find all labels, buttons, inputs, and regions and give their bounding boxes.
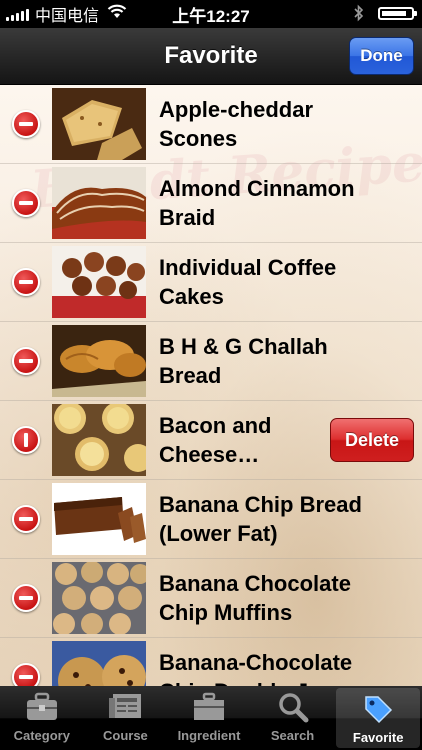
- delete-button[interactable]: Delete: [330, 418, 414, 462]
- done-button[interactable]: Done: [349, 37, 414, 75]
- recipe-title: Almond Cinnamon Braid: [159, 176, 355, 230]
- list-item[interactable]: B H & G Challah Bread: [0, 322, 422, 401]
- list-item[interactable]: Banana Chip Bread (Lower Fat): [0, 480, 422, 559]
- recipe-thumbnail: [52, 404, 146, 476]
- delete-toggle-icon[interactable]: [12, 505, 40, 533]
- tab-course[interactable]: Course: [84, 686, 168, 750]
- recipe-title: B H & G Challah Bread: [159, 334, 328, 388]
- recipe-title: Individual Coffee Cakes: [159, 255, 337, 309]
- recipe-thumbnail: [52, 483, 146, 555]
- magnifier-icon: [277, 686, 309, 728]
- status-bar: 中国电信 上午12:27: [0, 0, 422, 28]
- tab-favorite[interactable]: Favorite: [336, 688, 420, 748]
- recipe-title: Banana-Chocolate Chip Double-Ja…: [159, 650, 353, 686]
- recipe-title: Banana Chocolate Chip Muffins: [159, 571, 351, 625]
- tab-bar: Category Course Ingredient Search Favori…: [0, 686, 422, 750]
- recipe-title: Apple-cheddar Scones: [159, 97, 314, 151]
- app-screen: 中国电信 上午12:27 Favorite Done Bundt Recipes: [0, 0, 422, 750]
- delete-toggle-icon[interactable]: [12, 110, 40, 138]
- tab-label: Search: [270, 728, 315, 743]
- list-item[interactable]: Banana-Chocolate Chip Double-Ja…: [0, 638, 422, 686]
- tab-label: Category: [13, 728, 70, 743]
- delete-toggle-icon[interactable]: [12, 663, 40, 686]
- recipe-thumbnail: [52, 246, 146, 318]
- battery-icon: [378, 7, 417, 20]
- list-item[interactable]: Almond Cinnamon Braid: [0, 164, 422, 243]
- favorites-list[interactable]: Bundt Recipes Apple-cheddar Scones Almon…: [0, 85, 422, 686]
- delete-toggle-icon[interactable]: [12, 268, 40, 296]
- tab-search[interactable]: Search: [251, 686, 335, 750]
- recipe-thumbnail: [52, 641, 146, 686]
- list-item[interactable]: Individual Coffee Cakes: [0, 243, 422, 322]
- tab-ingredient[interactable]: Ingredient: [167, 686, 251, 750]
- delete-toggle-icon[interactable]: [12, 584, 40, 612]
- list-item[interactable]: Banana Chocolate Chip Muffins: [0, 559, 422, 638]
- tab-label: Ingredient: [177, 728, 241, 743]
- recipe-thumbnail: [52, 88, 146, 160]
- tag-icon: [362, 688, 394, 730]
- tab-label: Favorite: [352, 730, 404, 745]
- recipe-thumbnail: [52, 325, 146, 397]
- recipe-title: Banana Chip Bread (Lower Fat): [159, 492, 362, 546]
- newspaper-icon: [107, 686, 143, 728]
- list-item[interactable]: Bacon and Cheese… Delete: [0, 401, 422, 480]
- delete-toggle-icon[interactable]: [12, 347, 40, 375]
- delete-toggle-icon[interactable]: [12, 426, 40, 454]
- toolbox-icon: [192, 686, 226, 728]
- bluetooth-icon: [354, 4, 364, 27]
- recipe-thumbnail: [52, 167, 146, 239]
- navigation-bar: Favorite Done: [0, 28, 422, 85]
- list-item[interactable]: Apple-cheddar Scones: [0, 85, 422, 164]
- recipe-thumbnail: [52, 562, 146, 634]
- briefcase-icon: [25, 686, 59, 728]
- tab-label: Course: [102, 728, 148, 743]
- delete-toggle-icon[interactable]: [12, 189, 40, 217]
- tab-category[interactable]: Category: [0, 686, 84, 750]
